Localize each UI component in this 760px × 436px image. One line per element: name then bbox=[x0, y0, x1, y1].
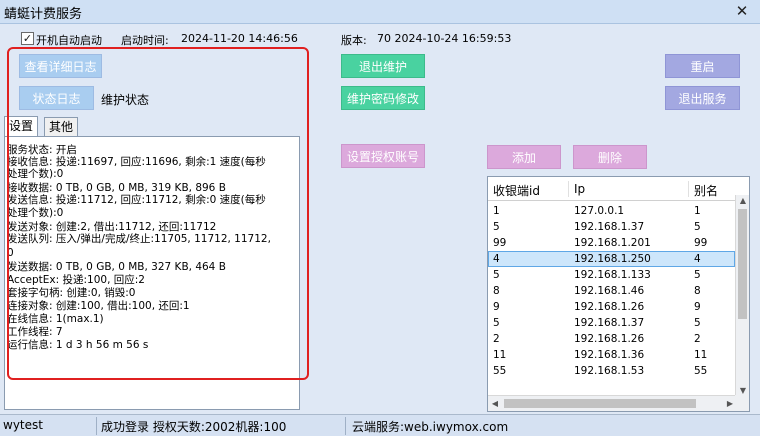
cell-alias: 5 bbox=[694, 269, 701, 281]
status-line: 接收数据: 0 TB, 0 GB, 0 MB, 319 KB, 896 B bbox=[7, 182, 226, 194]
status-log-button[interactable]: 状态日志 bbox=[19, 86, 94, 110]
cell-ip: 192.168.1.46 bbox=[574, 285, 645, 297]
cell-ip: 192.168.1.36 bbox=[574, 349, 645, 361]
add-button[interactable]: 添加 bbox=[487, 145, 561, 169]
cell-cashier-id: 99 bbox=[493, 237, 507, 249]
table-row[interactable]: 9 192.168.1.26 9 bbox=[488, 299, 735, 315]
table-header: 收银端id Ip 别名 bbox=[488, 177, 735, 201]
table-row[interactable]: 5 192.168.1.133 5 bbox=[488, 267, 735, 283]
start-time-value: 2024-11-20 14:46:56 bbox=[181, 32, 298, 45]
vertical-scrollbar[interactable]: ▲ ▼ bbox=[735, 195, 749, 397]
horizontal-scroll-thumb[interactable] bbox=[504, 399, 696, 408]
table-row[interactable]: 99 192.168.1.201 99 bbox=[488, 235, 735, 251]
cell-alias: 11 bbox=[694, 349, 708, 361]
column-header-ip[interactable]: Ip bbox=[574, 182, 585, 196]
tab-settings[interactable]: 设置 bbox=[4, 116, 39, 137]
column-header-alias[interactable]: 别名 bbox=[694, 182, 718, 199]
status-line: AcceptEx: 投递:100, 回应:2 bbox=[7, 274, 145, 286]
status-line: 在线信息: 1(max.1) bbox=[7, 313, 104, 325]
status-line: 发送数据: 0 TB, 0 GB, 0 MB, 327 KB, 464 B bbox=[7, 261, 226, 273]
cell-ip: 192.168.1.26 bbox=[574, 301, 645, 313]
status-line: 接收信息: 投递:11697, 回应:11696, 剩余:1 速度(每秒 bbox=[7, 156, 266, 168]
cell-alias: 2 bbox=[694, 333, 701, 345]
status-line: 服务状态: 开启 bbox=[7, 144, 77, 156]
cell-alias: 99 bbox=[694, 237, 708, 249]
delete-button[interactable]: 删除 bbox=[573, 145, 647, 169]
cell-alias: 55 bbox=[694, 365, 708, 377]
cell-ip: 192.168.1.37 bbox=[574, 317, 645, 329]
change-maintenance-password-button[interactable]: 维护密码修改 bbox=[341, 86, 425, 110]
column-header-cashier-id[interactable]: 收银端id bbox=[493, 182, 540, 199]
tab-other[interactable]: 其他 bbox=[44, 117, 79, 137]
cell-ip: 192.168.1.250 bbox=[574, 253, 651, 265]
status-line: 发送对象: 创建:2, 借出:11712, 还回:11712 bbox=[7, 221, 217, 233]
cell-cashier-id: 9 bbox=[493, 301, 500, 313]
cell-ip: 192.168.1.37 bbox=[574, 221, 645, 233]
scroll-up-icon[interactable]: ▲ bbox=[736, 195, 749, 207]
table-row[interactable]: 55 192.168.1.53 55 bbox=[488, 363, 735, 379]
cell-cashier-id: 4 bbox=[493, 253, 500, 265]
version-value: 70 2024-10-24 16:59:53 bbox=[377, 32, 512, 45]
start-time-label: 启动时间: bbox=[121, 34, 169, 47]
cell-cashier-id: 8 bbox=[493, 285, 500, 297]
close-icon[interactable]: ✕ bbox=[732, 1, 752, 21]
cell-alias: 5 bbox=[694, 221, 701, 233]
table-row[interactable]: 2 192.168.1.26 2 bbox=[488, 331, 735, 347]
restart-button[interactable]: 重启 bbox=[665, 54, 740, 78]
status-line: 发送队列: 压入/弹出/完成/终止:11705, 11712, 11712, bbox=[7, 233, 271, 245]
cell-alias: 1 bbox=[694, 205, 701, 217]
table-row[interactable]: 11 192.168.1.36 11 bbox=[488, 347, 735, 363]
status-line: 连接对象: 创建:100, 借出:100, 还回:1 bbox=[7, 300, 190, 312]
cell-cashier-id: 1 bbox=[493, 205, 500, 217]
version-label: 版本: bbox=[341, 34, 367, 47]
title-bar: 蜻蜓计费服务 ✕ bbox=[0, 0, 760, 24]
table-row[interactable]: 5 192.168.1.37 5 bbox=[488, 219, 735, 235]
status-line: 0 bbox=[7, 247, 14, 259]
cashier-table: 收银端id Ip 别名 1 127.0.0.1 1 5 192.168.1.37… bbox=[487, 176, 750, 412]
exit-maintenance-button[interactable]: 退出维护 bbox=[341, 54, 425, 78]
status-user: wytest bbox=[3, 418, 43, 432]
vertical-scroll-thumb[interactable] bbox=[738, 209, 747, 319]
window-title: 蜻蜓计费服务 bbox=[4, 7, 83, 22]
status-login-info: 成功登录 授权天数:2002机器:100 bbox=[101, 420, 287, 434]
cell-ip: 192.168.1.133 bbox=[574, 269, 651, 281]
cell-cashier-id: 2 bbox=[493, 333, 500, 345]
table-row[interactable]: 8 192.168.1.46 8 bbox=[488, 283, 735, 299]
status-panel: 服务状态: 开启 接收信息: 投递:11697, 回应:11696, 剩余:1 … bbox=[4, 136, 300, 410]
status-line: 处理个数):0 bbox=[7, 207, 64, 219]
autostart-checkbox[interactable]: ✓ bbox=[21, 32, 34, 45]
status-line: 套接字句柄: 创建:0, 销毁:0 bbox=[7, 287, 136, 299]
cell-ip: 192.168.1.201 bbox=[574, 237, 651, 249]
status-line: 处理个数):0 bbox=[7, 168, 64, 180]
scroll-corner bbox=[735, 395, 749, 411]
status-line: 发送信息: 投递:11712, 回应:11712, 剩余:0 速度(每秒 bbox=[7, 194, 266, 206]
cell-alias: 8 bbox=[694, 285, 701, 297]
horizontal-scrollbar[interactable]: ◀ ▶ bbox=[488, 395, 737, 411]
table-row[interactable]: 1 127.0.0.1 1 bbox=[488, 203, 735, 219]
status-line: 运行信息: 1 d 3 h 56 m 56 s bbox=[7, 339, 149, 351]
scroll-left-icon[interactable]: ◀ bbox=[488, 396, 502, 411]
cell-ip: 192.168.1.26 bbox=[574, 333, 645, 345]
cell-cashier-id: 5 bbox=[493, 269, 500, 281]
cell-ip: 192.168.1.53 bbox=[574, 365, 645, 377]
cell-cashier-id: 5 bbox=[493, 317, 500, 329]
table-row-selected[interactable]: 4 192.168.1.250 4 bbox=[488, 251, 735, 267]
status-bar: wytest 成功登录 授权天数:2002机器:100 云端服务:web.iwy… bbox=[0, 414, 760, 436]
cell-alias: 4 bbox=[694, 253, 701, 265]
cell-cashier-id: 55 bbox=[493, 365, 507, 377]
header-info-row: ✓ 开机自动启动 启动时间: 2024-11-20 14:46:56 版本: 7… bbox=[0, 32, 760, 50]
set-auth-account-button[interactable]: 设置授权账号 bbox=[341, 144, 425, 168]
view-detailed-log-button[interactable]: 查看详细日志 bbox=[19, 54, 102, 78]
cell-alias: 9 bbox=[694, 301, 701, 313]
maintenance-state-label: 维护状态 bbox=[101, 93, 150, 107]
table-row[interactable]: 5 192.168.1.37 5 bbox=[488, 315, 735, 331]
cell-cashier-id: 11 bbox=[493, 349, 507, 361]
status-cloud-service: 云端服务:web.iwymox.com bbox=[352, 420, 509, 434]
status-line: 工作线程: 7 bbox=[7, 326, 63, 338]
cell-alias: 5 bbox=[694, 317, 701, 329]
autostart-label[interactable]: 开机自动启动 bbox=[36, 32, 102, 48]
cell-cashier-id: 5 bbox=[493, 221, 500, 233]
cell-ip: 127.0.0.1 bbox=[574, 205, 625, 217]
exit-service-button[interactable]: 退出服务 bbox=[665, 86, 740, 110]
